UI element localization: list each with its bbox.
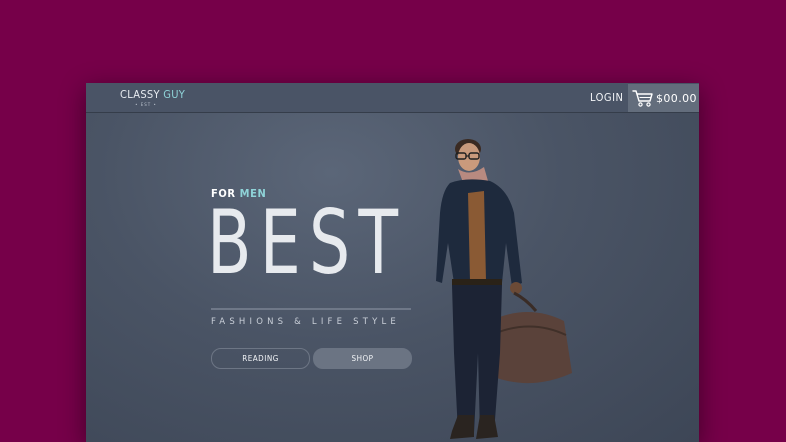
brand-logo[interactable]: CLASSY GUY • EST • [120,88,185,107]
hero-headline: BEST [207,191,407,294]
app-window: CLASSY GUY • EST • LOGIN $00.00 FOR MEN … [86,83,699,442]
cart-total: $00.00 [656,92,697,105]
shop-button[interactable]: SHOP [313,348,412,369]
hero-subheadline: FASHIONS & LIFE STYLE [211,317,400,327]
brand-name-part1: CLASSY [120,88,164,101]
brand-name: CLASSY GUY [120,88,185,101]
shopping-cart-icon [632,88,654,112]
reading-button[interactable]: READING [211,348,310,369]
cart-button[interactable]: $00.00 [628,84,699,112]
headline-divider [211,308,411,310]
brand-name-part2: GUY [163,88,186,101]
model-photo [436,133,586,442]
login-link[interactable]: LOGIN [590,91,623,104]
brand-tagline: • EST • [135,102,157,107]
top-navigation-bar: CLASSY GUY • EST • LOGIN $00.00 [86,83,699,113]
